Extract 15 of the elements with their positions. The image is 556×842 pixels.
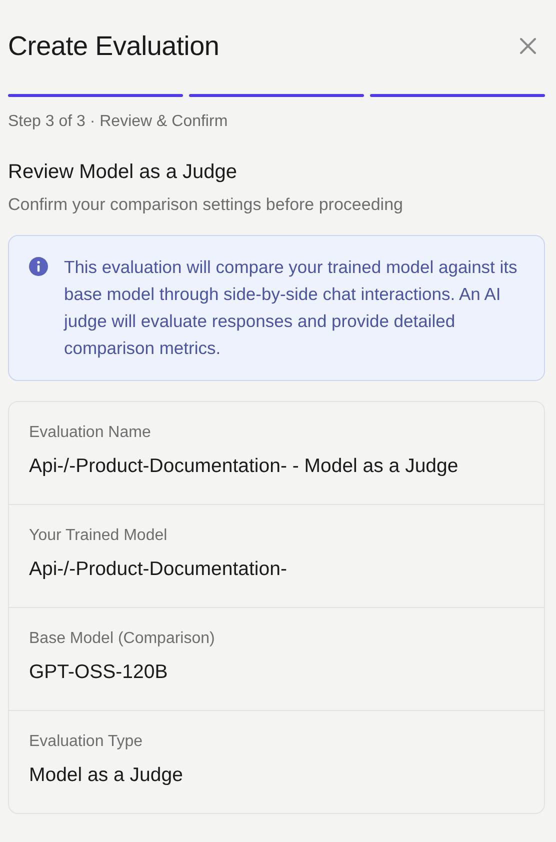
close-icon (519, 37, 537, 55)
field-label: Evaluation Name (29, 424, 152, 442)
field-value: GPT-OSS-120B (29, 660, 169, 685)
section-subheading: Confirm your comparison settings before proceeding (8, 195, 404, 215)
field-value: Model as a Judge (29, 763, 184, 788)
section-heading: Review Model as a Judge (8, 161, 238, 184)
info-text: This evaluation will compare your trained model against its base model through side-by-side chat interactions. An AI judge will evaluate responses and provide detailed comparison metrics. (64, 256, 518, 360)
field-label: Evaluation Type (29, 733, 144, 751)
step-caption: Step 3 of 3 · Review & Confirm (8, 113, 229, 131)
field-value: Api-/-Product-Documentation- (29, 557, 288, 582)
field-value: Api-/-Product-Documentation- - Model as a Judge (29, 454, 460, 479)
dialog-title: Create Evaluation (8, 30, 220, 62)
field-label: Base Model (Comparison) (29, 630, 216, 648)
field-label: Your Trained Model (29, 527, 168, 545)
info-icon (29, 257, 48, 276)
